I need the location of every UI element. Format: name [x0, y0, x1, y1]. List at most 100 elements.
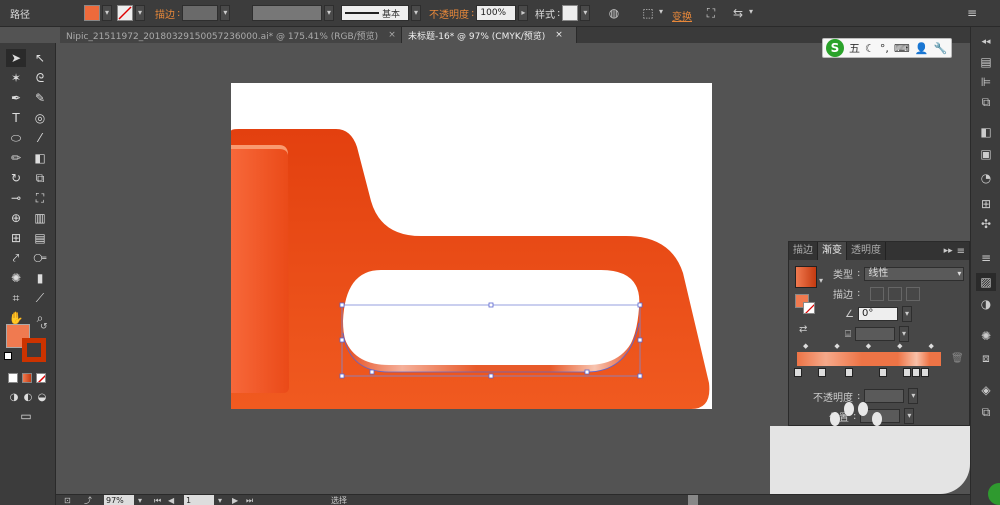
stroke-label[interactable]: 描边 — [155, 6, 175, 21]
artboard-number-select[interactable]: 1 — [184, 495, 214, 505]
stroke-panel-icon[interactable]: ≡ — [976, 249, 996, 267]
variable-width-dropdown-icon[interactable]: ▾ — [324, 5, 334, 21]
more-options-icon[interactable]: ⇆ — [730, 5, 746, 21]
rotate-tool-icon[interactable]: ↻ — [6, 169, 26, 187]
close-icon[interactable]: × — [388, 30, 396, 40]
delete-stop-icon[interactable]: 🗑 — [951, 353, 964, 364]
direct-selection-tool-icon[interactable]: ↖ — [30, 49, 50, 67]
artboards-panel-icon[interactable]: ⧉ — [976, 403, 996, 421]
close-icon[interactable]: × — [555, 30, 563, 40]
stroke-weight-control[interactable]: 描边: ▾ — [155, 5, 231, 21]
sogou-logo-icon[interactable]: S — [826, 39, 844, 57]
gradient-slider[interactable] — [797, 352, 941, 366]
draw-inside-icon[interactable]: ◒ — [32, 389, 52, 407]
opacity-control[interactable]: 不透明度: 100% ▸ — [429, 5, 529, 21]
gradient-tool-icon[interactable]: ▤ — [30, 229, 50, 247]
column-graph-tool-icon[interactable]: ▮ — [30, 269, 50, 287]
artboard[interactable] — [231, 83, 712, 409]
gradient-stop[interactable] — [921, 368, 929, 377]
artboard-tool-icon[interactable]: ⌗ — [6, 289, 26, 307]
wrench-icon[interactable]: 🔧 — [933, 42, 947, 55]
brushes-panel-icon[interactable]: ⊞ — [976, 195, 996, 213]
tab-gradient[interactable]: 渐变 — [818, 242, 847, 260]
moon-icon[interactable]: ☾ — [865, 42, 875, 55]
color-panel-icon[interactable]: ◧ — [976, 123, 996, 141]
armrest-hole-shape[interactable] — [343, 270, 640, 370]
pen-tool-icon[interactable]: ✒ — [6, 89, 26, 107]
opacity-label[interactable]: 不透明度 — [429, 6, 469, 21]
paintbrush-tool-icon[interactable]: ⁄ — [30, 129, 50, 147]
variable-width-control[interactable]: ▾ — [252, 5, 334, 21]
transparency-panel-icon[interactable]: ◑ — [976, 295, 996, 313]
pathfinder-panel-icon[interactable]: ⧉ — [976, 93, 996, 111]
screen-mode-icon[interactable]: ▭ — [16, 407, 36, 425]
side-panel-shape[interactable] — [231, 145, 289, 393]
tab-transparency[interactable]: 透明度 — [847, 242, 886, 260]
artboard-nav-icon[interactable]: ⊡ — [64, 495, 71, 505]
align-icon[interactable]: ⬚ — [640, 5, 656, 21]
eyedropper-tool-icon[interactable]: ⤤ — [6, 249, 26, 267]
symbol-sprayer-tool-icon[interactable]: ✺ — [6, 269, 26, 287]
variable-width-field[interactable] — [252, 5, 322, 21]
graphic-styles-panel-icon[interactable]: ⧈ — [976, 349, 996, 367]
slice-tool-icon[interactable]: ⟋ — [30, 289, 50, 307]
curvature-tool-icon[interactable]: ✎ — [30, 89, 50, 107]
angle-dropdown-icon[interactable]: ▾ — [901, 306, 912, 322]
gradient-preview-swatch[interactable] — [795, 266, 817, 288]
gradient-panel-icon[interactable]: ▨ — [976, 273, 996, 291]
stroke-within-icon[interactable] — [870, 286, 885, 301]
gradient-stop[interactable] — [845, 368, 853, 377]
panel-collapse-icon[interactable]: ▸▸ — [944, 246, 953, 256]
zoom-dropdown-icon[interactable]: ▾ — [138, 495, 142, 505]
panel-menu-icon[interactable]: ≡ — [957, 246, 965, 257]
default-fill-stroke-icon[interactable] — [4, 352, 12, 360]
stroke-weight-dropdown-icon[interactable]: ▾ — [220, 5, 231, 21]
perspective-grid-tool-icon[interactable]: ▥ — [30, 209, 50, 227]
gradient-mode-icon[interactable] — [22, 373, 32, 383]
ime-mode-label[interactable]: 五 — [849, 40, 860, 56]
brush-profile-dropdown-icon[interactable]: ▾ — [411, 5, 421, 21]
location-dropdown-icon[interactable]: ▾ — [904, 408, 915, 424]
style-control[interactable]: 样式: ▾ — [535, 5, 591, 21]
stroke-weight-input[interactable] — [182, 5, 219, 21]
artwork-canvas[interactable] — [231, 83, 712, 409]
gradient-stop[interactable] — [879, 368, 887, 377]
tab-document-2[interactable]: 未标题-16* @ 97% (CMYK/预览) × — [402, 27, 577, 43]
reverse-gradient-icon[interactable]: ⇄ — [799, 324, 807, 335]
stroke-none-swatch[interactable] — [117, 5, 133, 21]
opacity-input[interactable]: 100% — [476, 5, 517, 21]
appearance-panel-icon[interactable]: ✺ — [976, 327, 996, 345]
swap-fill-stroke-icon[interactable]: ↺ — [40, 322, 48, 332]
transform-link[interactable]: 变换 — [672, 8, 692, 23]
ime-toolbar[interactable]: S 五 ☾ °, ⌨ 👤 🔧 — [822, 38, 952, 58]
horizontal-scrollbar-thumb[interactable] — [688, 495, 698, 505]
ellipse-tool-icon[interactable]: ⬭ — [6, 129, 26, 147]
brush-profile-control[interactable]: 基本 ▾ — [341, 5, 421, 21]
fill-swatch[interactable] — [84, 5, 100, 21]
opacity-dropdown-icon[interactable]: ▸ — [518, 5, 529, 21]
type-tool-icon[interactable]: T — [6, 109, 26, 127]
tab-document-1[interactable]: Nipic_21511972_20180329150057236000.ai* … — [60, 27, 402, 43]
artboard-dropdown-icon[interactable]: ▾ — [218, 495, 222, 505]
gradient-stop[interactable] — [794, 368, 802, 377]
free-transform-tool-icon[interactable]: ⛶ — [30, 189, 50, 207]
more-options-dropdown-icon[interactable]: ▾ — [746, 5, 756, 21]
panel-menu-icon[interactable]: ≡ — [964, 5, 980, 21]
last-artboard-icon[interactable]: ⏭ — [246, 495, 253, 505]
gradient-stop[interactable] — [818, 368, 826, 377]
fill-color-control[interactable]: ▾ — [84, 5, 112, 21]
brush-profile-field[interactable]: 基本 — [341, 5, 409, 21]
selection-tool-icon[interactable]: ➤ — [6, 49, 26, 67]
stroke-across-icon[interactable] — [906, 286, 921, 301]
keyboard-icon[interactable]: ⌨ — [894, 42, 910, 55]
aspect-ratio-dropdown-icon[interactable]: ▾ — [899, 326, 909, 342]
tab-stroke[interactable]: 描边 — [789, 242, 818, 260]
none-mode-icon[interactable] — [36, 373, 46, 383]
pencil-tool-icon[interactable]: ✏ — [6, 149, 26, 167]
dock-collapse-icon[interactable]: ◂◂ — [976, 33, 996, 51]
gradient-preview-dropdown-icon[interactable]: ▾ — [819, 276, 823, 285]
mesh-tool-icon[interactable]: ⊞ — [6, 229, 26, 247]
eraser-tool-icon[interactable]: ◧ — [30, 149, 50, 167]
stroke-swatch-large[interactable] — [22, 338, 46, 362]
layers-panel-icon[interactable]: ◈ — [976, 381, 996, 399]
